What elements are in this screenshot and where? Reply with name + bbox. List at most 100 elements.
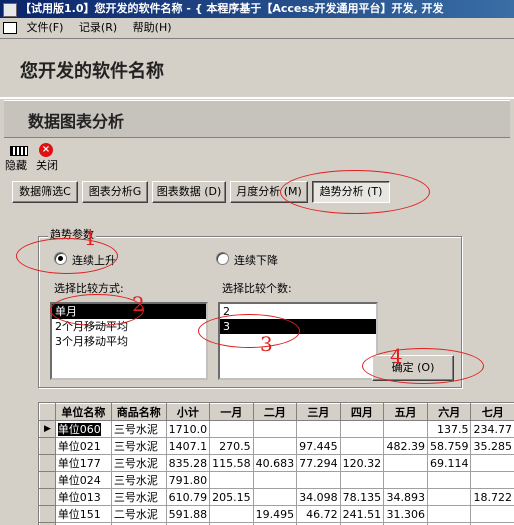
table-cell[interactable]: 单位177 [55, 455, 111, 472]
table-cell[interactable]: 205.15 [210, 489, 254, 506]
column-header[interactable]: 四月 [340, 404, 384, 421]
table-cell[interactable]: 35.285 [471, 438, 514, 455]
column-header[interactable]: 小计 [166, 404, 210, 421]
table-cell[interactable]: 三号水泥 [111, 421, 166, 438]
column-header[interactable]: 五月 [384, 404, 428, 421]
table-cell[interactable] [340, 421, 384, 438]
table-cell[interactable]: 1407.1 [166, 438, 210, 455]
table-cell[interactable]: 137.5 [427, 421, 471, 438]
table-cell[interactable] [340, 438, 384, 455]
data-grid[interactable]: 单位名称 商品名称 小计 一月 二月 三月 四月 五月 六月 七月 ▶单位060… [38, 402, 514, 525]
tab-chart-data[interactable]: 图表数据 (D) [152, 181, 226, 203]
menu-record[interactable]: 记录(R) [79, 18, 117, 38]
table-cell[interactable] [253, 421, 297, 438]
table-cell[interactable] [340, 472, 384, 489]
table-cell[interactable]: 三号水泥 [111, 472, 166, 489]
column-header[interactable]: 二月 [253, 404, 297, 421]
table-cell[interactable] [427, 472, 471, 489]
table-cell[interactable]: 610.79 [166, 489, 210, 506]
table-cell[interactable]: 77.294 [297, 455, 341, 472]
row-selector[interactable] [40, 455, 56, 472]
row-selector[interactable] [40, 489, 56, 506]
table-cell[interactable]: 单位021 [55, 438, 111, 455]
column-header[interactable]: 三月 [297, 404, 341, 421]
table-cell[interactable]: 120.32 [340, 455, 384, 472]
table-cell[interactable]: 19.495 [253, 506, 297, 523]
table-cell[interactable]: 18.722 [471, 489, 514, 506]
table-cell[interactable]: 1710.0 [166, 421, 210, 438]
column-header[interactable]: 单位名称 [55, 404, 111, 421]
menu-help[interactable]: 帮助(H) [133, 18, 172, 38]
column-header[interactable]: 七月 [471, 404, 514, 421]
row-selector[interactable] [40, 472, 56, 489]
close-icon[interactable]: × [39, 143, 53, 157]
menu-file[interactable]: 文件(F) [27, 18, 64, 38]
radio-falling[interactable] [216, 252, 229, 265]
table-cell[interactable]: 234.77 [471, 421, 514, 438]
table-row[interactable]: 单位013三号水泥610.79205.15 34.09878.13534.893 1… [40, 489, 514, 506]
method-option[interactable]: 3个月移动平均 [52, 334, 206, 349]
current-record-icon[interactable]: ▶ [40, 421, 56, 438]
table-cell[interactable] [471, 455, 514, 472]
table-cell[interactable] [210, 421, 254, 438]
table-cell[interactable] [471, 506, 514, 523]
table-cell[interactable]: 31.306 [384, 506, 428, 523]
table-cell[interactable] [253, 489, 297, 506]
table-cell[interactable]: 二号水泥 [111, 506, 166, 523]
table-cell[interactable] [471, 472, 514, 489]
table-cell[interactable]: 46.72 [297, 506, 341, 523]
table-cell[interactable]: 34.098 [297, 489, 341, 506]
table-cell[interactable] [210, 506, 254, 523]
table-cell[interactable]: 三号水泥 [111, 455, 166, 472]
table-row[interactable]: 单位177三号水泥835.28115.5840.68377.294120.32 6… [40, 455, 514, 472]
window-title: 【试用版1.0】您开发的软件名称 - { 本程序基于【Access开发通用平台】… [20, 2, 444, 15]
table-cell[interactable]: 三号水泥 [111, 489, 166, 506]
radio-falling-label[interactable]: 连续下降 [234, 252, 278, 268]
table-cell[interactable]: 591.88 [166, 506, 210, 523]
table-cell[interactable]: 78.135 [340, 489, 384, 506]
table-cell[interactable] [210, 472, 254, 489]
table-cell[interactable]: 单位024 [55, 472, 111, 489]
table-cell[interactable]: 241.51 [340, 506, 384, 523]
table-cell[interactable]: 270.5 [210, 438, 254, 455]
tab-chart-analysis[interactable]: 图表分析G [82, 181, 148, 203]
tab-data-filter[interactable]: 数据筛选C [12, 181, 78, 203]
table-row[interactable]: 单位151二号水泥591.88 19.49546.72241.5131.306 [40, 506, 514, 523]
table-cell[interactable]: 791.80 [166, 472, 210, 489]
table-cell[interactable] [297, 421, 341, 438]
row-selector-header [40, 404, 56, 421]
table-cell[interactable]: 97.445 [297, 438, 341, 455]
table-row[interactable]: 单位021三号水泥1407.1270.5 97.445 482.3958.75935… [40, 438, 514, 455]
hide-icon[interactable] [10, 146, 28, 156]
table-cell[interactable] [427, 506, 471, 523]
table-cell[interactable]: 58.759 [427, 438, 471, 455]
table-cell[interactable]: 482.39 [384, 438, 428, 455]
table-cell[interactable]: 40.683 [253, 455, 297, 472]
column-header[interactable]: 一月 [210, 404, 254, 421]
table-cell[interactable] [384, 455, 428, 472]
table-cell[interactable]: 34.893 [384, 489, 428, 506]
column-header[interactable]: 六月 [427, 404, 471, 421]
row-selector[interactable] [40, 506, 56, 523]
close-button-label[interactable]: 关闭 [36, 157, 58, 173]
table-cell[interactable]: 单位013 [55, 489, 111, 506]
table-cell[interactable] [427, 489, 471, 506]
table-cell[interactable] [384, 421, 428, 438]
column-header[interactable]: 商品名称 [111, 404, 166, 421]
table-row[interactable]: ▶单位060三号水泥1710.0 137.5234.77 [40, 421, 514, 438]
table-cell[interactable]: 69.114 [427, 455, 471, 472]
annotation-ellipse [362, 348, 484, 384]
system-menu-icon[interactable] [3, 22, 17, 34]
table-cell[interactable]: 三号水泥 [111, 438, 166, 455]
table-cell[interactable]: 单位060 [55, 421, 111, 438]
row-selector[interactable] [40, 438, 56, 455]
table-cell[interactable]: 835.28 [166, 455, 210, 472]
table-cell[interactable] [253, 472, 297, 489]
hide-button-label[interactable]: 隐藏 [5, 157, 27, 173]
table-cell[interactable] [384, 472, 428, 489]
table-cell[interactable]: 115.58 [210, 455, 254, 472]
table-row[interactable]: 单位024三号水泥791.80 [40, 472, 514, 489]
table-cell[interactable] [253, 438, 297, 455]
table-cell[interactable] [297, 472, 341, 489]
table-cell[interactable]: 单位151 [55, 506, 111, 523]
